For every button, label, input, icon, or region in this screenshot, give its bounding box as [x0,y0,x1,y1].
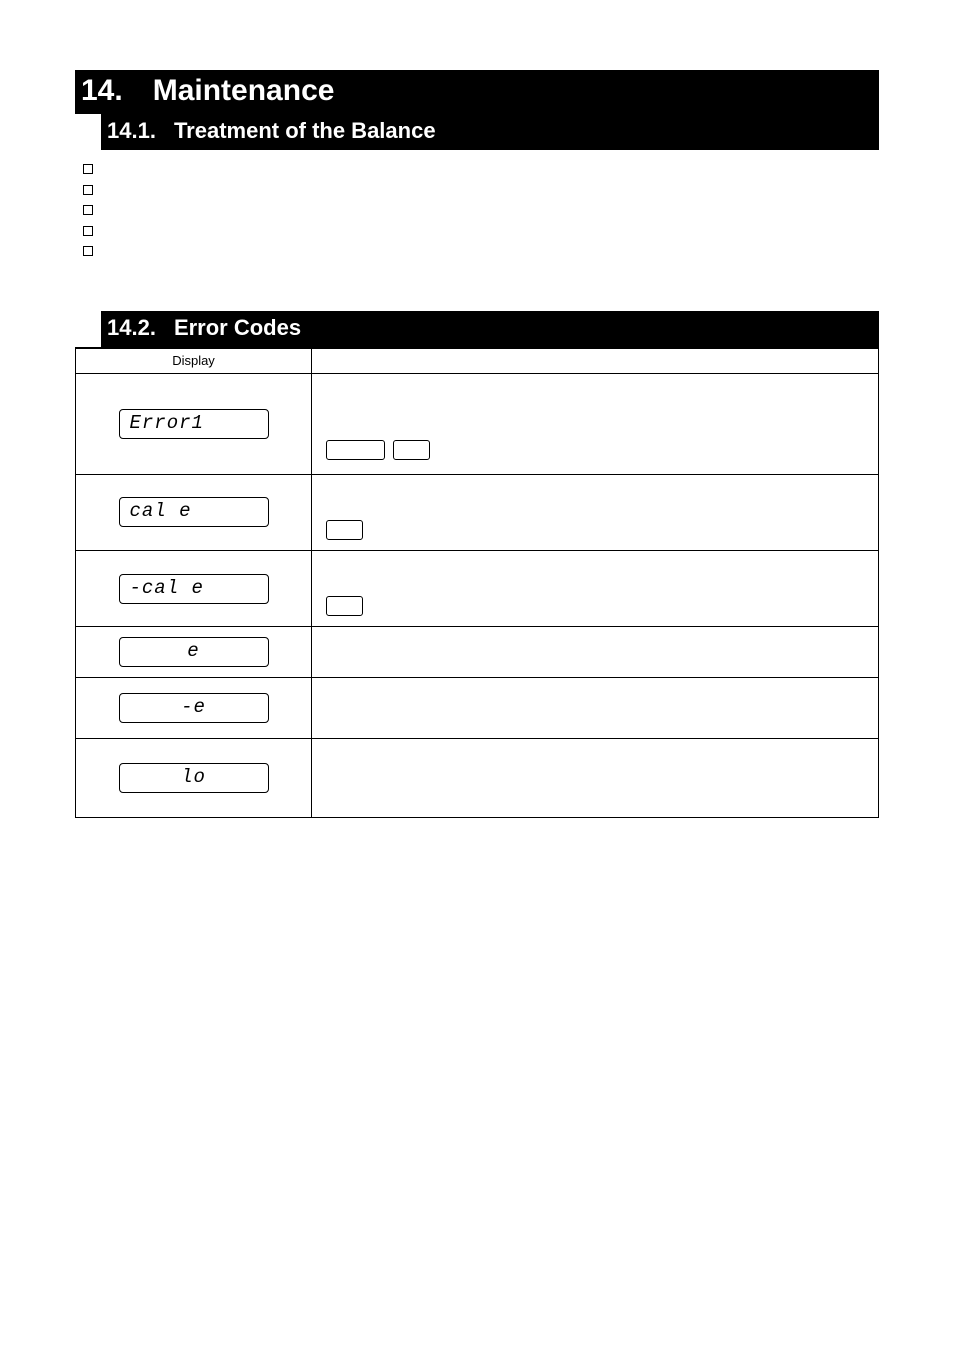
description-text: Weighing Pan Error Confirm that the weig… [324,691,866,726]
description-text: Low Battery Error Batteries have exhaust… [324,761,866,796]
display-cell: -cal e [76,551,312,626]
heading-2b-number: 14.2. [107,315,156,341]
bullet-square-icon [83,246,93,256]
table-row: lo Low Battery Error Batteries have exha… [76,738,878,817]
key-cal: CAL [393,440,430,460]
lcd-display: cal e [119,497,269,527]
treatment-bullet-list: Clean the balance with a soft dry cloth … [83,160,879,260]
key-cal: CAL [326,520,363,540]
lcd-display: Error1 [119,409,269,439]
table-header-description: Description [312,349,878,373]
bullet-square-icon [83,164,93,174]
description-text: Calibration Error The calibration weight… [324,561,866,596]
bullet-square-icon [83,226,93,236]
list-item: Refer to "3.Precautions" before using th… [83,242,879,260]
description-cell: Low Battery Error Batteries have exhaust… [312,739,878,817]
key-onoff: ON/OFF [326,440,385,460]
description-text: Instability Error It's difficult to get … [324,387,866,440]
page-number: 26 [75,818,879,909]
lcd-display: lo [119,763,269,793]
heading-2b-title: Error Codes [174,315,301,341]
bullet-square-icon [83,205,93,215]
table-header-display: Display [76,349,312,373]
table-row: e Overload Error A sample beyond the bal… [76,626,878,677]
heading-2a-title: Treatment of the Balance [174,118,436,144]
heading-1-number: 14. [81,74,123,108]
list-item-text: Do not use organic solvents to clean the… [107,181,391,199]
list-item: Use the original packing material for tr… [83,222,879,240]
description-cell: Overload Error A sample beyond the balan… [312,627,878,677]
display-cell: lo [76,739,312,817]
heading-2-b: 14.2. Error Codes [101,311,879,347]
error-codes-table: Display Description Error1 Instability E… [75,347,879,819]
heading-2a-number: 14.1. [107,118,156,144]
lcd-display: e [119,637,269,667]
table-row: -e Weighing Pan Error Confirm that the w… [76,677,878,738]
heading-1-title: Maintenance [153,74,335,108]
heading-1: 14. Maintenance [75,70,879,114]
display-cell: -e [76,678,312,738]
key-cal: CAL [326,596,363,616]
description-cell: Instability Error It's difficult to get … [312,374,878,474]
description-text: Overload Error A sample beyond the balan… [324,644,866,662]
list-item-text: Use the original packing material for tr… [107,222,401,240]
list-item-text: Refer to "3.Precautions" before using th… [107,242,395,260]
list-item: Clean the balance with a soft dry cloth … [83,160,879,178]
list-item-text: Do not disassemble the balance. Contact … [107,201,685,219]
list-item: Do not disassemble the balance. Contact … [83,201,879,219]
display-cell: Error1 [76,374,312,474]
table-row: cal e Calibration Error The calibration … [76,474,878,550]
lcd-display: -e [119,693,269,723]
description-cell: Weighing Pan Error Confirm that the weig… [312,678,878,738]
table-row: -cal e Calibration Error The calibration… [76,550,878,626]
table-header-row: Display Description [76,348,878,373]
display-cell: e [76,627,312,677]
description-cell: Calibration Error The calibration weight… [312,475,878,550]
list-item-text: Clean the balance with a soft dry cloth … [107,160,704,178]
description-cell: Calibration Error The calibration weight… [312,551,878,626]
heading-2-a: 14.1. Treatment of the Balance [101,114,879,150]
description-text: Calibration Error The calibration weight… [324,485,866,520]
display-cell: cal e [76,475,312,550]
lcd-display: -cal e [119,574,269,604]
table-row: Error1 Instability Error It's difficult … [76,373,878,474]
list-item: Do not use organic solvents to clean the… [83,181,879,199]
bullet-square-icon [83,185,93,195]
